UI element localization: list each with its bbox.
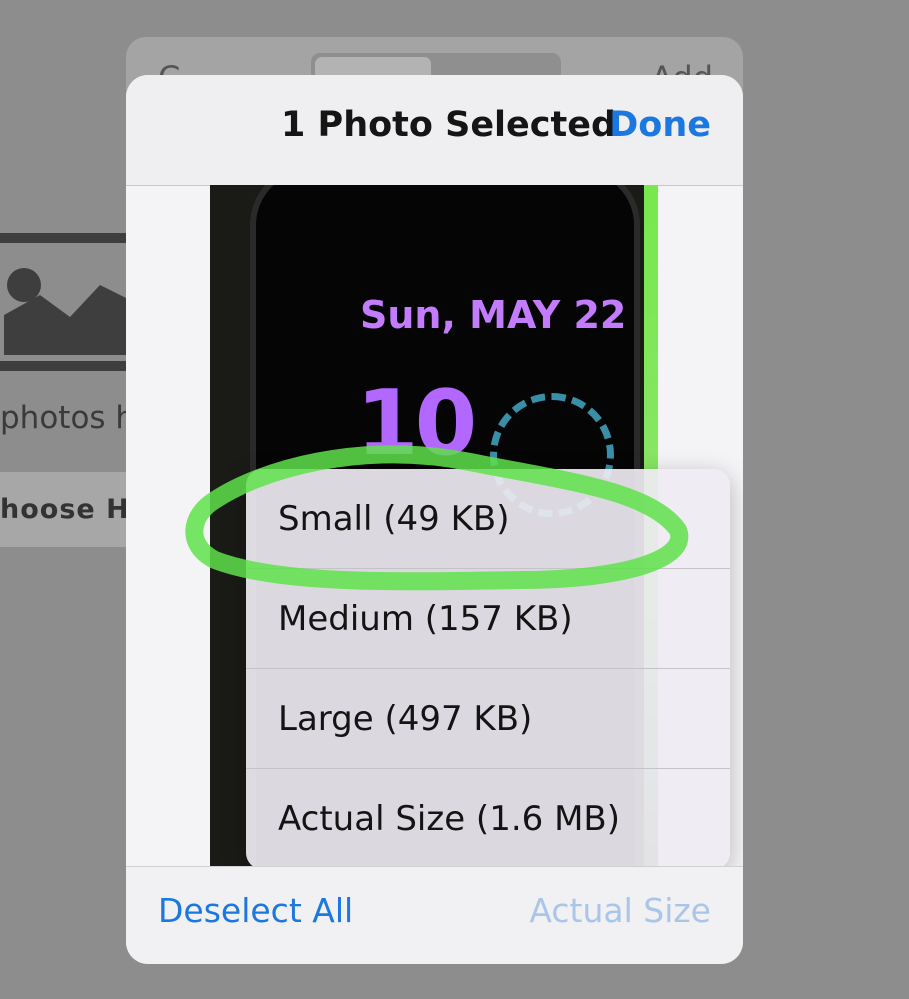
size-option-large[interactable]: Large (497 KB) <box>246 669 730 769</box>
size-option-medium[interactable]: Medium (157 KB) <box>246 569 730 669</box>
done-button[interactable]: Done <box>609 105 711 145</box>
watch-time: 10 <box>356 371 477 476</box>
size-option-actual[interactable]: Actual Size (1.6 MB) <box>246 769 730 869</box>
deselect-all-button[interactable]: Deselect All <box>158 891 353 930</box>
sheet-toolbar: Deselect All Actual Size <box>126 866 743 964</box>
sheet-title: 1 Photo Selected <box>281 105 617 145</box>
sheet-header: 1 Photo Selected Done <box>126 75 743 186</box>
actual-size-button[interactable]: Actual Size <box>529 891 711 930</box>
image-placeholder-icon <box>0 233 140 371</box>
image-size-menu: Small (49 KB) Medium (157 KB) Large (497… <box>246 469 730 869</box>
background-photos-text: photos h <box>0 400 136 436</box>
screen: photos h hoose H C Add 1 Photo Selected … <box>0 0 909 999</box>
background-choose-button[interactable]: hoose H <box>0 472 135 547</box>
size-option-small[interactable]: Small (49 KB) <box>246 469 730 569</box>
watch-date: Sun, MAY 22 <box>360 293 627 337</box>
photo-picker-sheet: 1 Photo Selected Done Sun, MAY 22 10 Sma… <box>126 75 743 964</box>
